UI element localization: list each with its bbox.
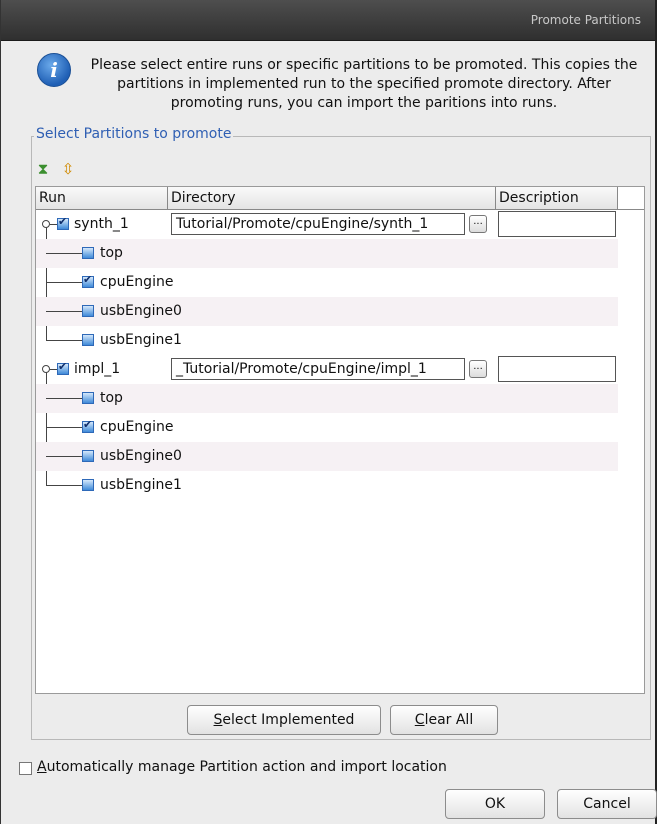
partition-row[interactable]: usbEngine1 [36,326,618,355]
run-checkbox[interactable] [57,215,69,230]
partition-name: top [100,245,123,261]
partition-checkbox[interactable] [82,247,94,259]
promote-partitions-dialog: Promote Partitions i Please select entir… [0,0,657,824]
clear-all-mnemonic: C [414,712,425,728]
browse-button[interactable]: ... [469,215,487,233]
column-header-directory[interactable]: Directory [168,187,496,209]
tree-connector [46,340,82,341]
partition-checkbox[interactable] [82,479,94,491]
partition-row[interactable]: cpuEngine [36,413,618,442]
run-row[interactable]: impl_1 _Tutorial/Promote/cpuEngine/impl_1… [36,355,618,384]
partition-name: cpuEngine [100,419,174,435]
tree-connector [50,369,57,370]
tree-connector [50,224,57,225]
partition-checkbox[interactable] [82,334,94,346]
ok-button[interactable]: OK [445,789,545,819]
select-implemented-label: elect Implemented [222,712,355,728]
partition-checkbox[interactable] [82,273,94,288]
run-row[interactable]: synth_1 Tutorial/Promote/cpuEngine/synth_… [36,210,618,239]
select-implemented-button[interactable]: Select Implemented [187,705,381,735]
column-header-description[interactable]: Description [496,187,618,209]
partition-row[interactable]: top [36,239,618,268]
partition-row[interactable]: usbEngine0 [36,442,618,471]
tree-connector [46,456,82,457]
run-checkbox[interactable] [57,360,69,375]
info-message: Please select entire runs or specific pa… [90,57,638,111]
tree-connector [46,311,82,312]
clear-all-button[interactable]: Clear All [390,705,498,735]
directory-field[interactable]: _Tutorial/Promote/cpuEngine/impl_1 [171,358,465,380]
partition-row[interactable]: cpuEngine [36,268,618,297]
partition-row[interactable]: usbEngine1 [36,471,618,500]
clear-all-label: lear All [424,712,474,728]
description-field[interactable] [498,211,616,237]
partition-checkbox[interactable] [82,305,94,317]
description-field[interactable] [498,356,616,382]
tree-connector [46,398,82,399]
partition-row[interactable]: top [36,384,618,413]
auto-manage-checkbox[interactable] [19,762,32,775]
partition-row[interactable]: usbEngine0 [36,297,618,326]
expand-all-icon[interactable]: ⧗ [34,160,52,178]
partition-name: usbEngine1 [100,332,182,348]
run-name: impl_1 [74,361,121,377]
partition-name: top [100,390,123,406]
tree-connector [46,253,82,254]
tree-connector [46,485,82,486]
title-bar[interactable]: Promote Partitions [1,0,655,41]
table-header: Run Directory Description [36,187,644,210]
partition-name: usbEngine1 [100,477,182,493]
dialog-title: Promote Partitions [530,13,641,27]
partition-name: usbEngine0 [100,303,182,319]
partition-checkbox[interactable] [82,450,94,462]
cancel-button[interactable]: Cancel [557,789,657,819]
partition-name: cpuEngine [100,274,174,290]
column-header-run[interactable]: Run [36,187,168,209]
partition-checkbox[interactable] [82,418,94,433]
tree-connector [46,282,82,283]
directory-field[interactable]: Tutorial/Promote/cpuEngine/synth_1 [171,213,465,235]
auto-manage-mnemonic: A [37,759,47,775]
info-icon: i [37,53,71,87]
run-name: synth_1 [74,216,129,232]
collapse-all-icon[interactable]: ⇳ [59,160,77,178]
tree-connector [46,427,82,428]
partition-checkbox[interactable] [82,392,94,404]
partitions-tree-table: Run Directory Description synth_1 Tutoria… [35,186,645,694]
auto-manage-label[interactable]: Automatically manage Partition action an… [37,759,447,775]
browse-button[interactable]: ... [469,360,487,378]
partition-name: usbEngine0 [100,448,182,464]
auto-manage-text: utomatically manage Partition action and… [46,759,447,775]
group-title: Select Partitions to promote [34,126,234,142]
